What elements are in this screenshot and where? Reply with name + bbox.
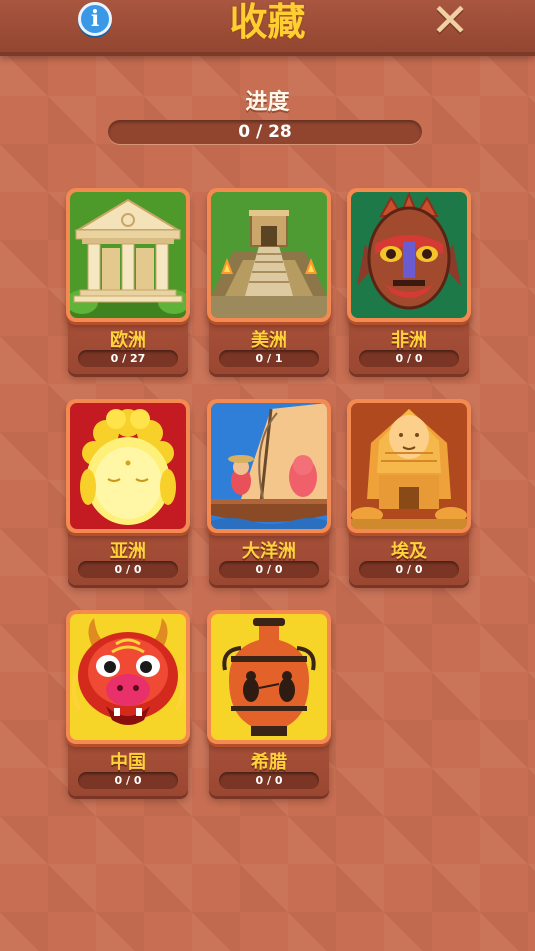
top-bar: i 收藏 ✕ xyxy=(0,0,535,56)
card-title: 埃及 xyxy=(391,541,427,562)
card-frame xyxy=(207,610,331,744)
golden-buddha-icon xyxy=(70,403,186,529)
card-title: 美洲 xyxy=(251,330,287,351)
collection-card-greece[interactable]: 希腊 0 / 0 xyxy=(207,610,331,798)
progress-bar: 0 / 28 xyxy=(108,120,422,144)
progress-text: 0 / 28 xyxy=(238,122,292,142)
card-title: 亚洲 xyxy=(110,541,146,562)
card-count: 0 / 27 xyxy=(78,350,178,367)
card-frame xyxy=(207,188,331,322)
card-frame xyxy=(347,188,471,322)
card-count: 0 / 0 xyxy=(219,561,319,578)
collection-card-africa[interactable]: 非洲 0 / 0 xyxy=(347,188,471,376)
card-frame xyxy=(66,188,190,322)
close-icon[interactable]: ✕ xyxy=(428,0,472,43)
card-frame xyxy=(347,399,471,533)
card-title: 中国 xyxy=(110,752,146,773)
greek-temple-icon xyxy=(70,192,186,318)
collection-card-oceania[interactable]: 大洋洲 0 / 0 xyxy=(207,399,331,587)
card-count: 0 / 1 xyxy=(219,350,319,367)
collection-card-egypt[interactable]: 埃及 0 / 0 xyxy=(347,399,471,587)
sailing-boat-icon xyxy=(211,403,327,529)
card-frame xyxy=(66,399,190,533)
greek-vase-icon xyxy=(211,614,327,740)
card-title: 非洲 xyxy=(391,330,427,351)
tribal-mask-icon xyxy=(351,192,467,318)
card-frame xyxy=(66,610,190,744)
card-title: 欧洲 xyxy=(110,330,146,351)
collection-card-america[interactable]: 美洲 0 / 1 xyxy=(207,188,331,376)
chinese-dragon-icon xyxy=(70,614,186,740)
maya-pyramid-icon xyxy=(211,192,327,318)
card-title: 大洋洲 xyxy=(242,541,296,562)
sphinx-icon xyxy=(351,403,467,529)
card-count: 0 / 0 xyxy=(78,561,178,578)
collection-card-europe[interactable]: 欧洲 0 / 27 xyxy=(66,188,190,376)
card-count: 0 / 0 xyxy=(78,772,178,789)
progress-label: 进度 xyxy=(245,90,290,115)
collection-card-asia[interactable]: 亚洲 0 / 0 xyxy=(66,399,190,587)
collection-card-china[interactable]: 中国 0 / 0 xyxy=(66,610,190,798)
card-count: 0 / 0 xyxy=(359,350,459,367)
card-count: 0 / 0 xyxy=(219,772,319,789)
card-count: 0 / 0 xyxy=(359,561,459,578)
card-frame xyxy=(207,399,331,533)
card-title: 希腊 xyxy=(251,752,287,773)
